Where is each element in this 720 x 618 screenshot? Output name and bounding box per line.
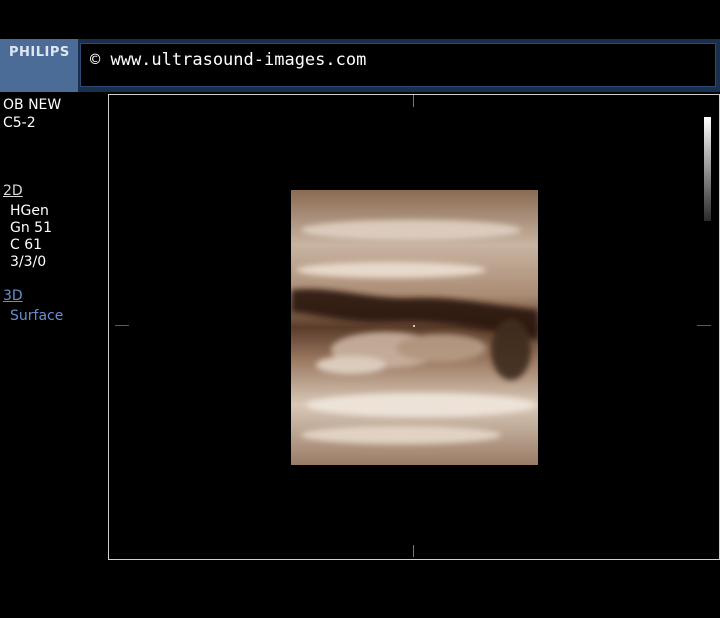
right-depth-marker <box>697 325 711 326</box>
mode-3d-label: 3D <box>3 288 23 304</box>
bottom-center-marker <box>413 545 414 557</box>
render-mode-label: Surface <box>10 308 64 324</box>
param-persistence: 3/3/0 <box>10 254 47 270</box>
grayscale-bar <box>704 117 711 221</box>
preset-label: OB NEW <box>3 97 62 113</box>
render-image <box>291 190 538 465</box>
param-gain: Gn 51 <box>10 220 52 236</box>
center-marker <box>413 325 415 327</box>
param-compression: C 61 <box>10 237 43 253</box>
probe-label: C5-2 <box>3 115 36 131</box>
brand-logo: PHILIPS <box>9 45 70 60</box>
ultrasound-3d-render <box>291 190 538 465</box>
param-harmonic: HGen <box>10 203 49 219</box>
mode-2d-label: 2D <box>3 183 23 199</box>
left-depth-marker <box>115 325 129 326</box>
top-center-marker <box>413 95 414 107</box>
watermark-text: © www.ultrasound-images.com <box>90 50 367 70</box>
